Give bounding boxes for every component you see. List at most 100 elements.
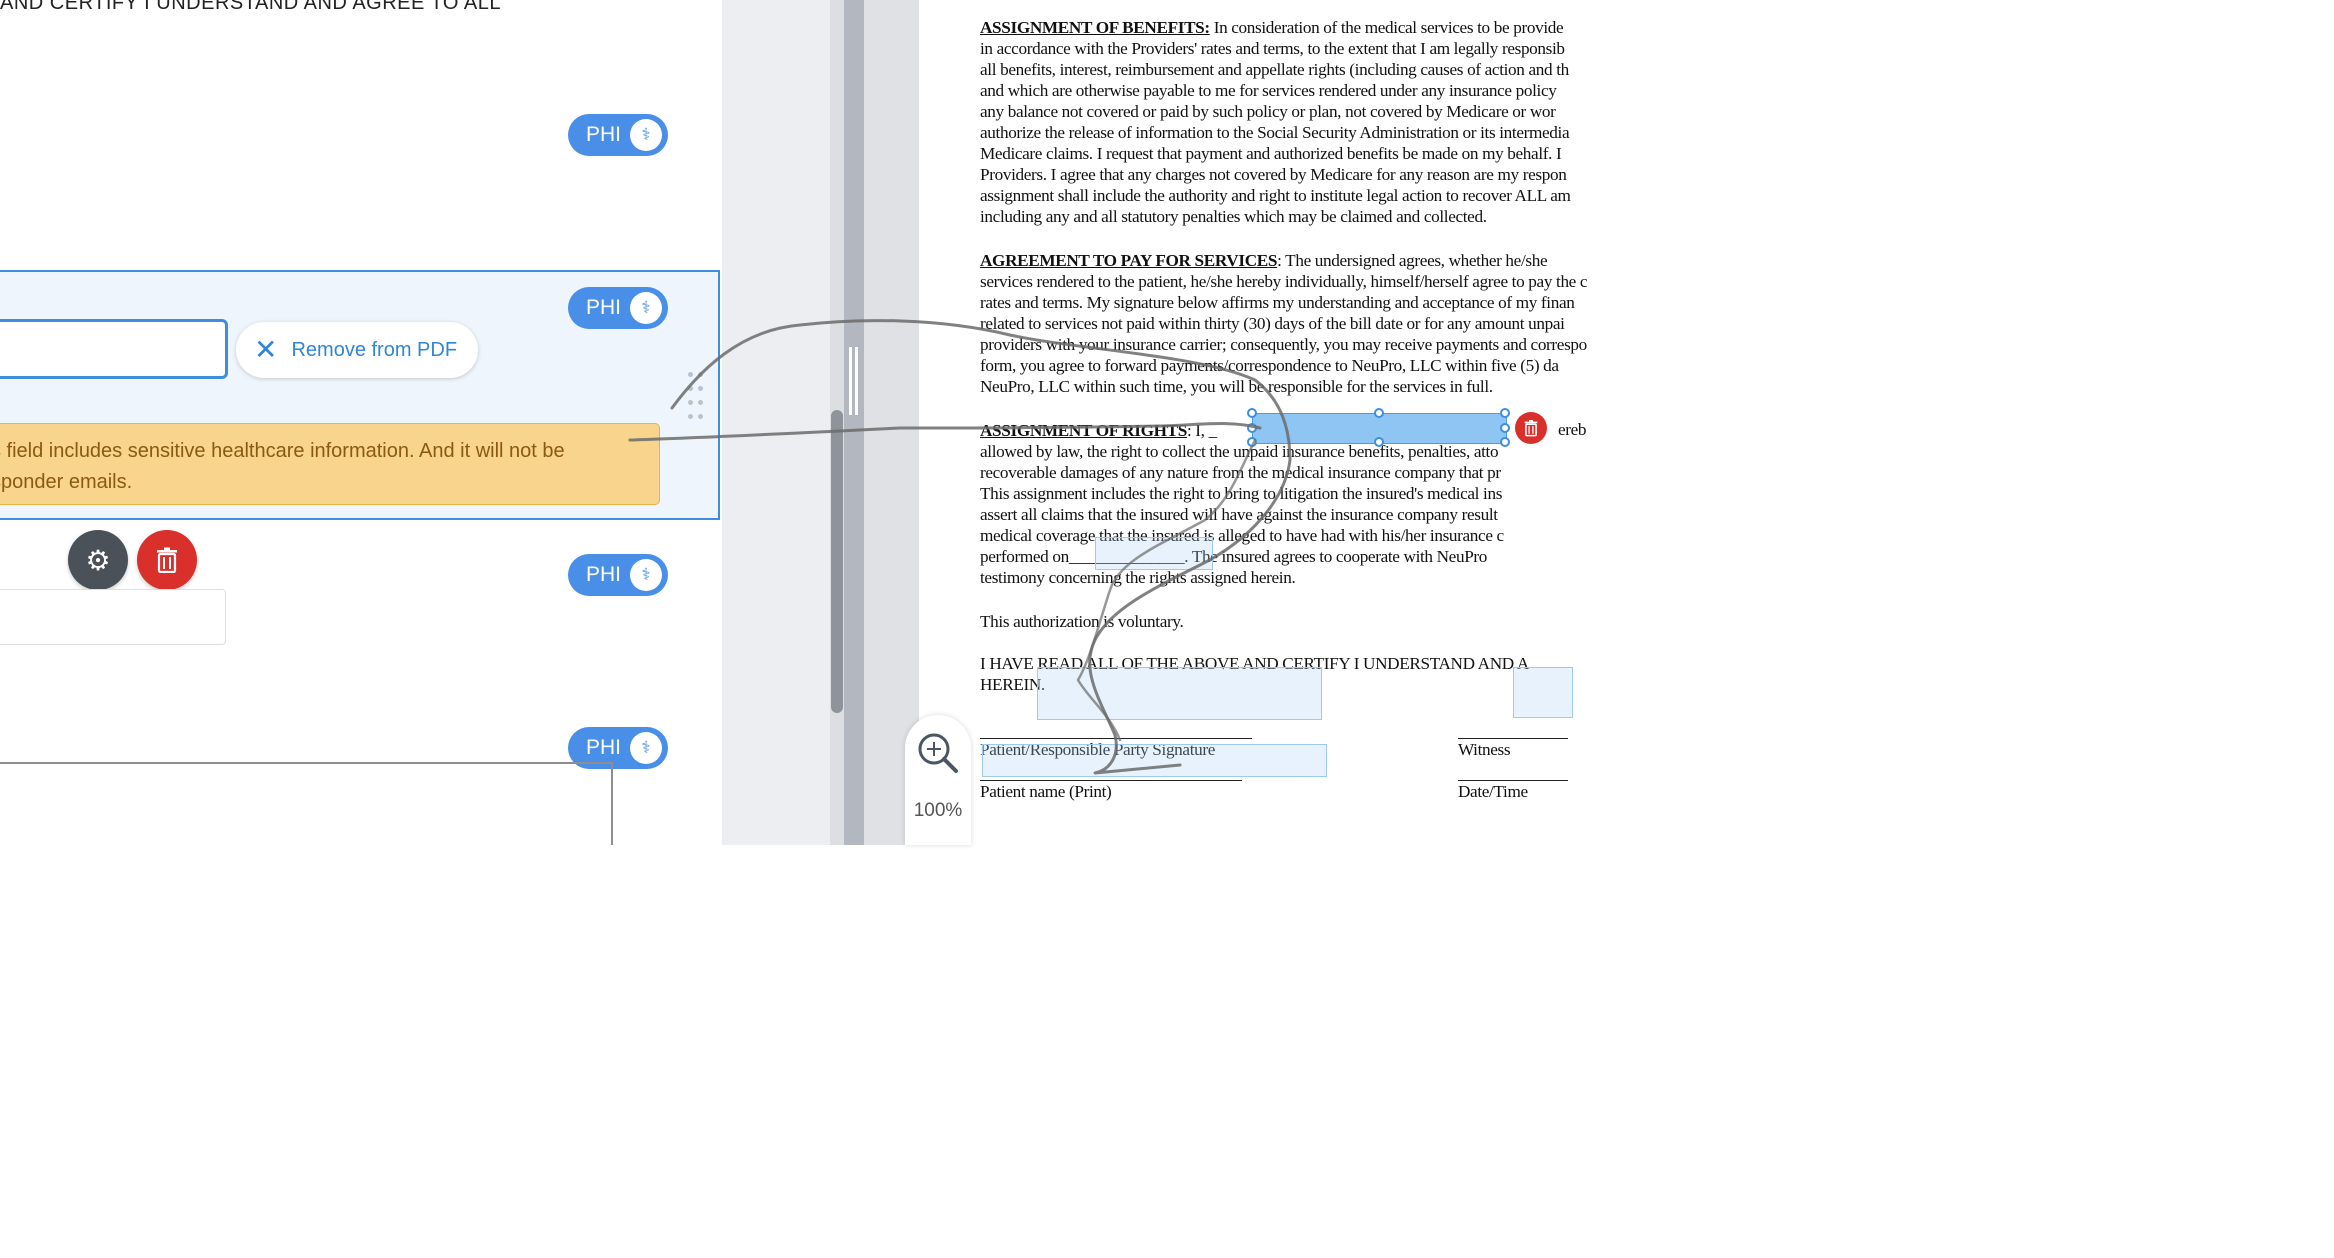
resize-handle[interactable] [1374,437,1384,447]
warning-text-line: s field includes sensitive healthcare in… [0,440,565,462]
delete-field-button[interactable] [137,530,197,590]
doc-text-line: ASSIGNMENT OF RIGHTS: I, _ [980,421,1217,441]
doc-text-line: This assignment includes the right to br… [980,484,1502,504]
settings-button[interactable]: ⚙ [68,530,128,590]
doc-line-text: form, you agree to forward payments/corr… [980,356,1559,375]
doc-line-text: providers with your insurance carrier; c… [980,335,1587,354]
resize-handle[interactable] [1500,423,1510,433]
doc-text-line: assignment shall include the authority a… [980,186,1571,206]
field-name-input[interactable] [0,319,228,379]
patient-name-label: Patient name (Print) [980,782,1112,801]
date-field[interactable] [1095,537,1213,570]
doc-line-text: testimony concerning the rights assigned… [980,568,1296,587]
doc-section-heading: ASSIGNMENT OF RIGHTS [980,421,1187,440]
patient-name-field[interactable] [982,744,1327,777]
doc-text-line: testimony concerning the rights assigned… [980,568,1296,588]
trash-icon [157,547,177,573]
doc-line-text: : I, _ [1186,421,1217,440]
zoom-in-icon[interactable] [915,730,961,776]
signature-field[interactable] [1037,667,1322,720]
document-gutter [864,0,919,845]
doc-text-line: AGREEMENT TO PAY FOR SERVICES: The under… [980,251,1548,271]
doc-text-line: authorize the release of information to … [980,123,1570,143]
doc-line-text: : The undersigned agrees, whether he/she [1277,251,1548,270]
phi-label: PHI [586,563,622,586]
doc-text-line: assert all claims that the insured will … [980,505,1498,525]
doc-line-text: In consideration of the medical services… [1209,18,1564,37]
caduceus-icon: ⚕ [630,559,662,591]
phi-label: PHI [586,736,622,759]
phi-label: PHI [586,123,622,146]
signature-line [980,738,1252,739]
doc-paragraph: HEREIN. [980,675,1045,694]
doc-section-heading: AGREEMENT TO PAY FOR SERVICES [980,251,1278,270]
doc-text-line: providers with your insurance carrier; c… [980,335,1587,355]
doc-text-line: NeuPro, LLC within such time, you will b… [980,377,1493,397]
resize-handle[interactable] [1247,423,1257,433]
resize-handle[interactable] [1500,408,1510,418]
doc-text-line: in accordance with the Providers' rates … [980,39,1565,59]
caduceus-icon: ⚕ [630,292,662,324]
doc-line-text: related to services not paid within thir… [980,314,1565,333]
doc-text-line: and which are otherwise payable to me fo… [980,81,1557,101]
caduceus-icon: ⚕ [630,119,662,151]
doc-line-text: any balance not covered or paid by such … [980,102,1556,121]
resize-handle[interactable] [1374,408,1384,418]
doc-line-text: assignment shall include the authority a… [980,186,1571,205]
connector-line [0,762,612,764]
panel-gutter [722,0,830,845]
witness-label: Witness [1458,740,1511,759]
phi-label: PHI [586,296,622,319]
signature-line [1458,738,1568,739]
doc-text-line: rates and terms. My signature below affi… [980,293,1575,313]
doc-text-line: any balance not covered or paid by such … [980,102,1556,122]
signature-line [980,780,1242,781]
zoom-level: 100% [913,800,963,821]
doc-line-text: performed on______________. The insured … [980,547,1488,566]
remove-from-pdf-button[interactable]: ✕ Remove from PDF [236,322,478,378]
doc-line-text: This assignment includes the right to br… [980,484,1503,503]
witness-signature-field[interactable] [1513,667,1573,718]
doc-line-text: rates and terms. My signature below affi… [980,293,1575,312]
doc-line-text: authorize the release of information to … [980,123,1570,142]
doc-line-text: recoverable damages of any nature from t… [980,463,1501,482]
doc-line-text: including any and all statutory penaltie… [980,207,1487,226]
resize-handle[interactable] [1500,437,1510,447]
doc-text-line: Medicare claims. I request that payment … [980,144,1562,164]
caduceus-icon: ⚕ [630,732,662,764]
gear-icon: ⚙ [85,543,111,577]
phi-toggle[interactable]: PHI ⚕ [568,287,668,329]
doc-text-line: performed on______________. The insured … [980,547,1487,567]
doc-text-line: medical coverage that the insured is all… [980,526,1504,546]
doc-text-line: all benefits, interest, reimbursement an… [980,60,1569,80]
trash-icon [1524,420,1538,437]
doc-line-text: medical coverage that the insured is all… [980,526,1504,545]
doc-text-line: ASSIGNMENT OF BENEFITS: In consideration… [980,18,1564,38]
field-text-preview: AND CERTIFY I UNDERSTAND AND AGREE TO AL… [0,0,501,14]
doc-text-line: Providers. I agree that any charges not … [980,165,1567,185]
panel-resize-divider[interactable] [844,0,864,845]
doc-section-heading: ASSIGNMENT OF BENEFITS: [980,18,1210,37]
resize-handle[interactable] [1247,437,1257,447]
doc-text-fragment: ereb [1558,420,1587,439]
phi-toggle[interactable]: PHI ⚕ [568,114,668,156]
doc-line-text: all benefits, interest, reimbursement an… [980,60,1569,79]
doc-text-line: including any and all statutory penaltie… [980,207,1487,227]
form-builder-panel: AND CERTIFY I UNDERSTAND AND AGREE TO AL… [0,0,722,845]
doc-text-line: allowed by law, the right to collect the… [980,442,1499,462]
delete-pdf-field-button[interactable] [1515,412,1547,444]
doc-line-text: NeuPro, LLC within such time, you will b… [980,377,1493,396]
signature-line [1458,780,1568,781]
doc-line-text: assert all claims that the insured will … [980,505,1498,524]
doc-line-text: Providers. I agree that any charges not … [980,165,1567,184]
connector-line [611,762,613,845]
drag-handle-icon[interactable] [686,372,710,424]
scrollbar-thumb[interactable] [831,410,843,713]
resize-grip-icon[interactable] [849,347,859,415]
datetime-label: Date/Time [1458,782,1528,801]
doc-paragraph: This authorization is voluntary. [980,612,1184,631]
resize-handle[interactable] [1247,408,1257,418]
phi-toggle[interactable]: PHI ⚕ [568,554,668,596]
doc-text-line: services rendered to the patient, he/she… [980,272,1588,292]
field-input-box[interactable] [0,589,226,645]
